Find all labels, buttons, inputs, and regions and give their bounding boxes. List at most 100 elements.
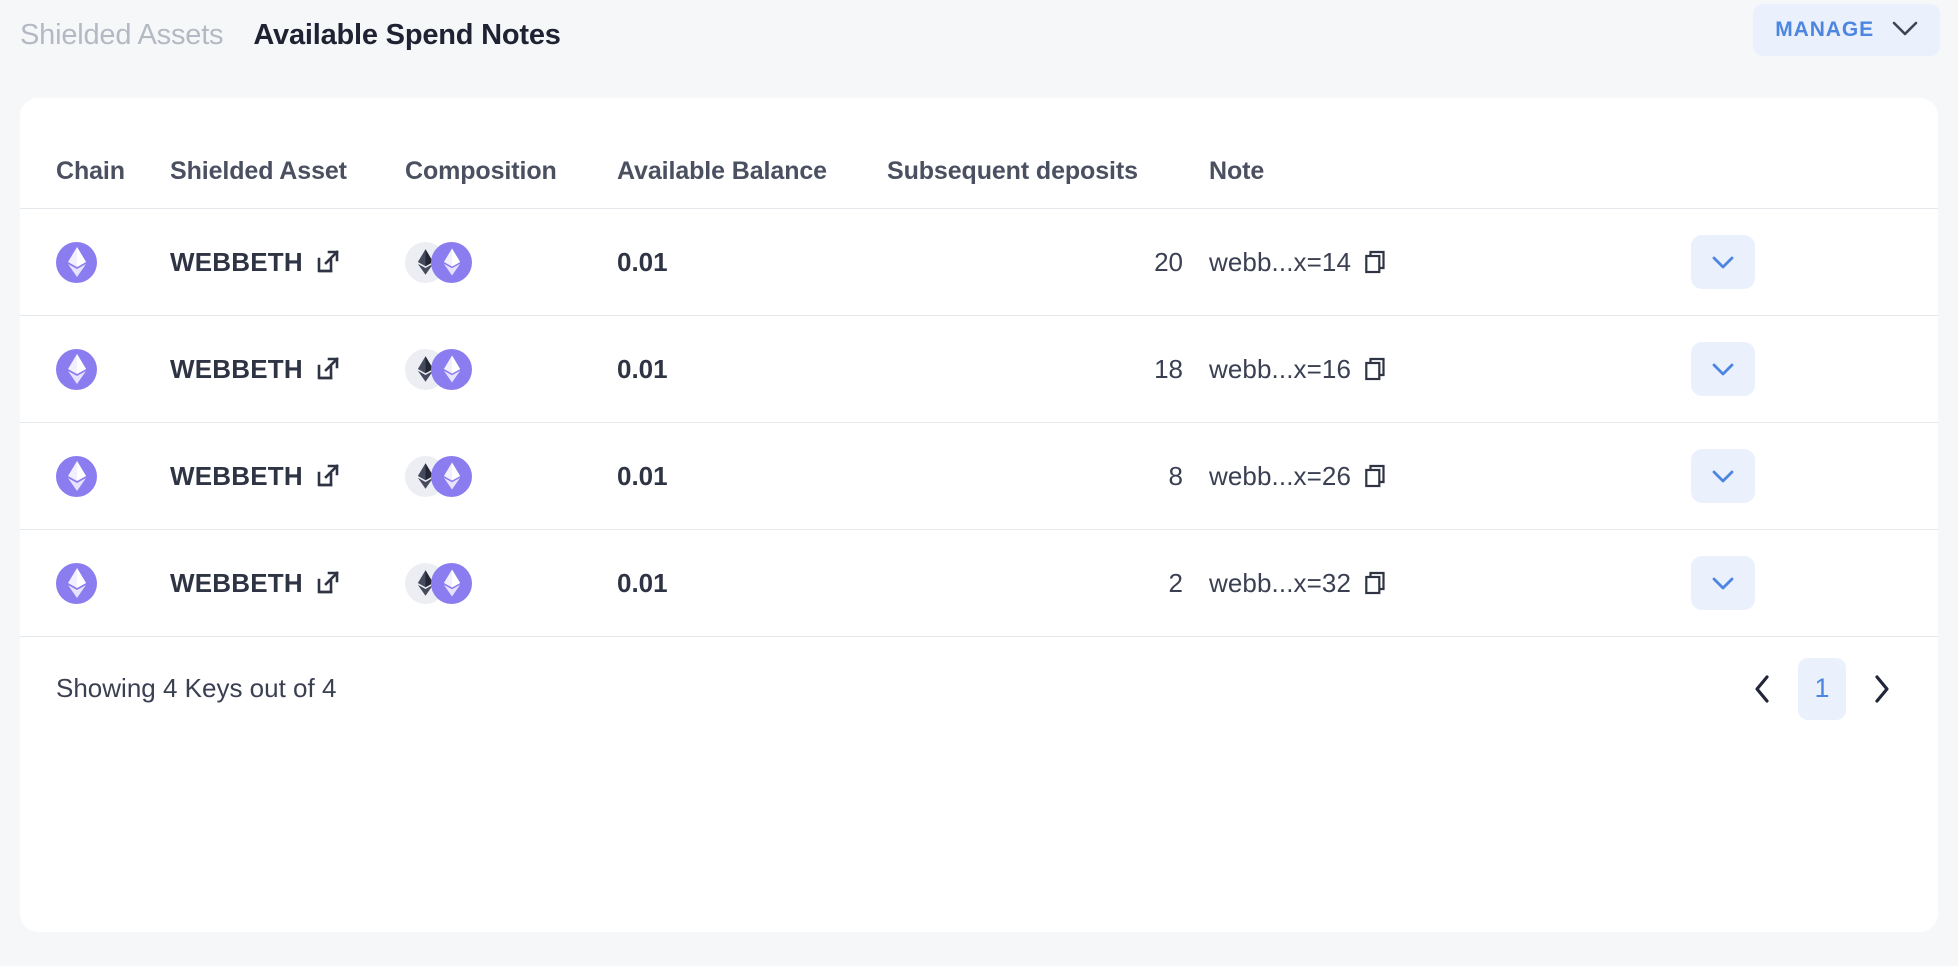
cell-shielded-asset: WEBBETH: [170, 354, 405, 385]
cell-note: webb...x=26: [1209, 461, 1669, 492]
table-header: Chain Shielded Asset Composition Availab…: [20, 98, 1938, 208]
composition-stack: [405, 562, 472, 604]
table-row[interactable]: WEBBETH: [20, 529, 1938, 636]
external-link-icon[interactable]: [316, 571, 340, 595]
column-header-shielded-asset: Shielded Asset: [170, 157, 347, 185]
external-link-icon[interactable]: [316, 250, 340, 274]
chevron-right-icon: [1875, 674, 1889, 703]
cell-note: webb...x=14: [1209, 247, 1669, 278]
deposits-value: 2: [1168, 567, 1183, 598]
page-header: Shielded Assets Available Spend Notes MA…: [0, 0, 1958, 70]
ethereum-purple-icon: [56, 241, 97, 283]
pagination-prev-button[interactable]: [1740, 667, 1784, 711]
ethereum-purple-icon: [56, 455, 97, 497]
column-header-subsequent-deposits: Subsequent deposits: [887, 157, 1138, 185]
copy-icon[interactable]: [1365, 250, 1387, 274]
note-value: webb...x=14: [1209, 246, 1352, 277]
asset-name: WEBBETH: [170, 567, 303, 598]
copy-icon[interactable]: [1365, 464, 1387, 488]
ethereum-purple-icon: [431, 241, 472, 283]
pagination-page-1-button[interactable]: 1: [1798, 657, 1846, 720]
showing-count-label: Showing 4 Keys out of 4: [56, 673, 337, 703]
cell-actions: [1669, 235, 1938, 289]
deposits-value: 18: [1154, 353, 1183, 384]
cell-actions: [1669, 449, 1938, 503]
composition-stack: [405, 348, 472, 390]
note-value: webb...x=32: [1209, 567, 1352, 598]
cell-subsequent-deposits: 18: [887, 354, 1209, 385]
chevron-down-icon: [1892, 21, 1918, 40]
copy-icon[interactable]: [1365, 571, 1387, 595]
tab-shielded-assets[interactable]: Shielded Assets: [20, 20, 224, 50]
pagination-next-button[interactable]: [1860, 667, 1904, 711]
cell-composition: [405, 348, 617, 390]
ethereum-purple-icon: [431, 455, 472, 497]
column-header-chain: Chain: [56, 157, 125, 185]
expand-row-button[interactable]: [1691, 235, 1755, 289]
deposits-value: 20: [1154, 246, 1183, 277]
cell-chain: [20, 562, 170, 604]
table-row[interactable]: WEBBETH: [20, 315, 1938, 422]
external-link-icon[interactable]: [316, 357, 340, 381]
column-header-note: Note: [1209, 157, 1265, 185]
ethereum-purple-icon: [56, 348, 97, 390]
cell-actions: [1669, 342, 1938, 396]
shielded-assets-page: Shielded Assets Available Spend Notes MA…: [0, 0, 1958, 966]
manage-button-label: MANAGE: [1775, 18, 1874, 41]
cell-available-balance: 0.01: [617, 568, 887, 599]
manage-button[interactable]: MANAGE: [1753, 4, 1940, 56]
cell-note: webb...x=32: [1209, 568, 1669, 599]
expand-row-button[interactable]: [1691, 556, 1755, 610]
column-header-available-balance: Available Balance: [617, 157, 827, 185]
cell-shielded-asset: WEBBETH: [170, 568, 405, 599]
chevron-down-icon: [1712, 470, 1734, 482]
deposits-value: 8: [1168, 460, 1183, 491]
external-link-icon[interactable]: [316, 464, 340, 488]
chevron-down-icon: [1712, 256, 1734, 268]
asset-name: WEBBETH: [170, 353, 303, 384]
cell-note: webb...x=16: [1209, 354, 1669, 385]
composition-stack: [405, 241, 472, 283]
balance-value: 0.01: [617, 460, 668, 491]
cell-available-balance: 0.01: [617, 247, 887, 278]
ethereum-purple-icon: [431, 562, 472, 604]
table-footer: Showing 4 Keys out of 4 1: [20, 636, 1938, 740]
cell-chain: [20, 455, 170, 497]
chevron-down-icon: [1712, 363, 1734, 375]
expand-row-button[interactable]: [1691, 449, 1755, 503]
balance-value: 0.01: [617, 246, 668, 277]
cell-available-balance: 0.01: [617, 461, 887, 492]
cell-chain: [20, 241, 170, 283]
ethereum-purple-icon: [56, 562, 97, 604]
copy-icon[interactable]: [1365, 357, 1387, 381]
cell-subsequent-deposits: 8: [887, 461, 1209, 492]
expand-row-button[interactable]: [1691, 342, 1755, 396]
cell-chain: [20, 348, 170, 390]
chevron-left-icon: [1755, 674, 1769, 703]
pagination: 1: [1740, 657, 1904, 720]
tab-bar: Shielded Assets Available Spend Notes: [0, 20, 561, 50]
cell-shielded-asset: WEBBETH: [170, 461, 405, 492]
tab-available-spend-notes[interactable]: Available Spend Notes: [253, 20, 561, 50]
cell-composition: [405, 562, 617, 604]
spend-notes-card: Chain Shielded Asset Composition Availab…: [20, 98, 1938, 932]
note-value: webb...x=26: [1209, 460, 1352, 491]
balance-value: 0.01: [617, 353, 668, 384]
cell-composition: [405, 455, 617, 497]
ethereum-purple-icon: [431, 348, 472, 390]
cell-actions: [1669, 556, 1938, 610]
cell-subsequent-deposits: 2: [887, 568, 1209, 599]
cell-shielded-asset: WEBBETH: [170, 247, 405, 278]
asset-name: WEBBETH: [170, 246, 303, 277]
table-row[interactable]: WEBBETH: [20, 422, 1938, 529]
cell-subsequent-deposits: 20: [887, 247, 1209, 278]
cell-composition: [405, 241, 617, 283]
note-value: webb...x=16: [1209, 353, 1352, 384]
asset-name: WEBBETH: [170, 460, 303, 491]
column-header-composition: Composition: [405, 157, 557, 185]
chevron-down-icon: [1712, 577, 1734, 589]
balance-value: 0.01: [617, 567, 668, 598]
composition-stack: [405, 455, 472, 497]
table-row[interactable]: WEBBETH: [20, 208, 1938, 315]
cell-available-balance: 0.01: [617, 354, 887, 385]
